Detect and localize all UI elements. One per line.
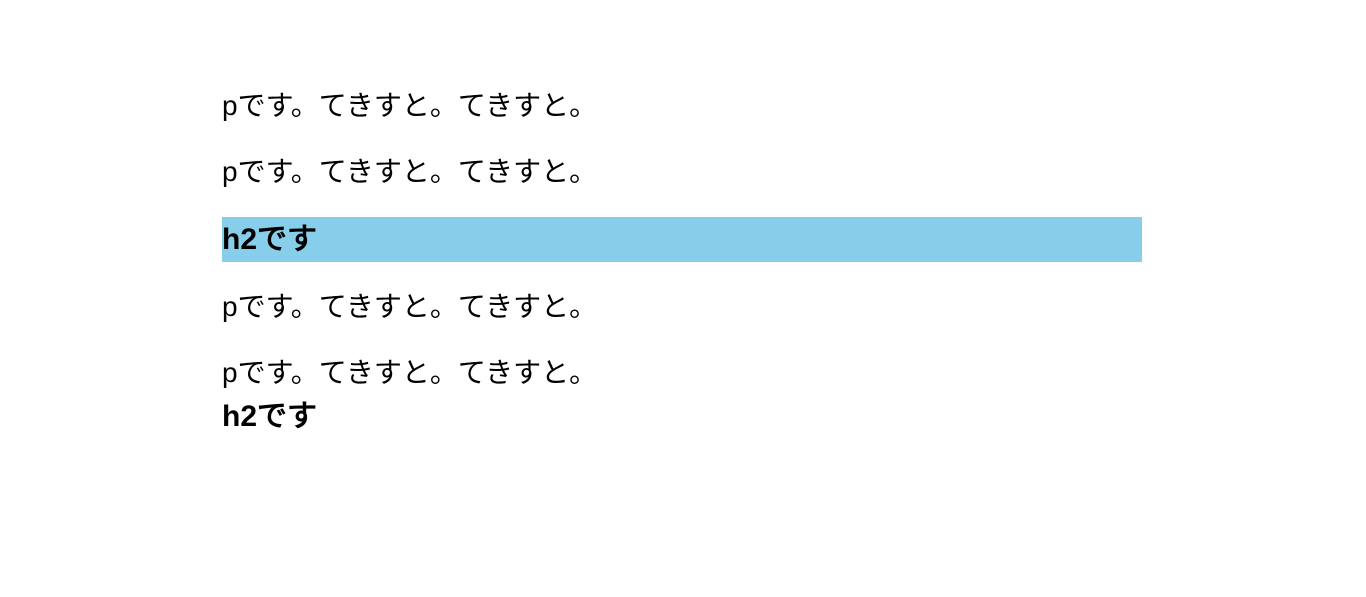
paragraph: pです。てきすと。てきすと。 — [222, 85, 1142, 127]
heading-highlighted: h2です — [222, 217, 1142, 262]
paragraph: pです。てきすと。てきすと。 — [222, 151, 1142, 193]
heading: h2です — [222, 394, 1142, 439]
document-content: pです。てきすと。てきすと。 pです。てきすと。てきすと。 h2です pです。て… — [222, 85, 1142, 439]
paragraph: pです。てきすと。てきすと。 — [222, 286, 1142, 328]
paragraph: pです。てきすと。てきすと。 — [222, 352, 1142, 394]
